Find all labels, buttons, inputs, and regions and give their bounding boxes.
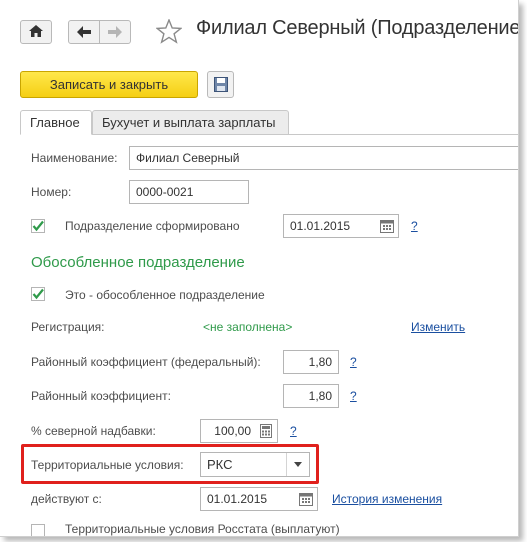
- coef-federal-help-link[interactable]: ?: [350, 355, 357, 369]
- cut-off-checkbox[interactable]: [31, 524, 45, 537]
- dropdown-arrow[interactable]: [286, 453, 309, 476]
- form-window: Филиал Северный (Подразделение) Записать…: [0, 0, 519, 537]
- territorial-conditions-select[interactable]: РКС: [200, 452, 310, 477]
- home-button[interactable]: [20, 20, 52, 44]
- coef-label: Районный коэффициент:: [31, 389, 171, 403]
- tab-accounting-payroll[interactable]: Бухучет и выплата зарплаты: [92, 110, 289, 135]
- save-button[interactable]: [207, 71, 234, 98]
- change-history-link[interactable]: История изменения: [332, 492, 442, 506]
- chevron-down-icon: [294, 462, 302, 467]
- formed-checkbox[interactable]: [31, 219, 45, 233]
- back-button[interactable]: [68, 20, 100, 44]
- section-title: Обособленное подразделение: [31, 254, 245, 271]
- territorial-conditions-label: Территориальные условия:: [31, 458, 184, 472]
- home-icon: [29, 25, 43, 37]
- formed-label: Подразделение сформировано: [65, 219, 240, 233]
- formed-date-input[interactable]: 01.01.2015: [283, 214, 399, 238]
- north-bonus-label: % северной надбавки:: [31, 424, 156, 438]
- number-label: Номер:: [31, 185, 72, 199]
- calendar-icon[interactable]: [379, 218, 395, 234]
- formed-help-link[interactable]: ?: [411, 219, 418, 233]
- territorial-conditions-value: РКС: [207, 457, 233, 472]
- registration-label: Регистрация:: [31, 320, 105, 334]
- valid-from-label: действуют с:: [31, 492, 102, 506]
- north-bonus-help-link[interactable]: ?: [290, 424, 297, 438]
- calendar-icon[interactable]: [298, 491, 314, 507]
- name-input[interactable]: Филиал Северный: [129, 146, 518, 170]
- floppy-disk-icon: [214, 77, 228, 92]
- name-label: Наименование:: [31, 151, 118, 165]
- forward-button[interactable]: [99, 20, 131, 44]
- arrow-right-icon: [108, 26, 122, 38]
- coef-input[interactable]: 1,80: [283, 384, 339, 408]
- number-input[interactable]: 0000-0021: [129, 180, 249, 204]
- cut-off-label: Территориальные условия Росстата (выплат…: [65, 522, 340, 536]
- coef-help-link[interactable]: ?: [350, 389, 357, 403]
- calculator-icon[interactable]: [258, 423, 274, 439]
- window-title: Филиал Северный (Подразделение): [196, 17, 519, 39]
- north-bonus-value: 100,00: [214, 424, 251, 438]
- registration-change-link[interactable]: Изменить: [411, 320, 465, 334]
- coef-federal-input[interactable]: 1,80: [283, 350, 339, 374]
- valid-from-date-value: 01.01.2015: [207, 492, 268, 506]
- separate-unit-label: Это - обособленное подразделение: [65, 288, 265, 302]
- separate-unit-checkbox[interactable]: [31, 287, 45, 301]
- coef-federal-label: Районный коэффициент (федеральный):: [31, 355, 261, 369]
- arrow-left-icon: [77, 26, 91, 38]
- registration-value: <не заполнена>: [203, 320, 293, 334]
- formed-date-value: 01.01.2015: [290, 219, 351, 233]
- favorite-star-icon[interactable]: [156, 19, 182, 44]
- valid-from-date-input[interactable]: 01.01.2015: [200, 487, 318, 511]
- save-and-close-button[interactable]: Записать и закрыть: [20, 71, 198, 98]
- tab-main[interactable]: Главное: [20, 110, 92, 135]
- north-bonus-input[interactable]: 100,00: [200, 419, 278, 443]
